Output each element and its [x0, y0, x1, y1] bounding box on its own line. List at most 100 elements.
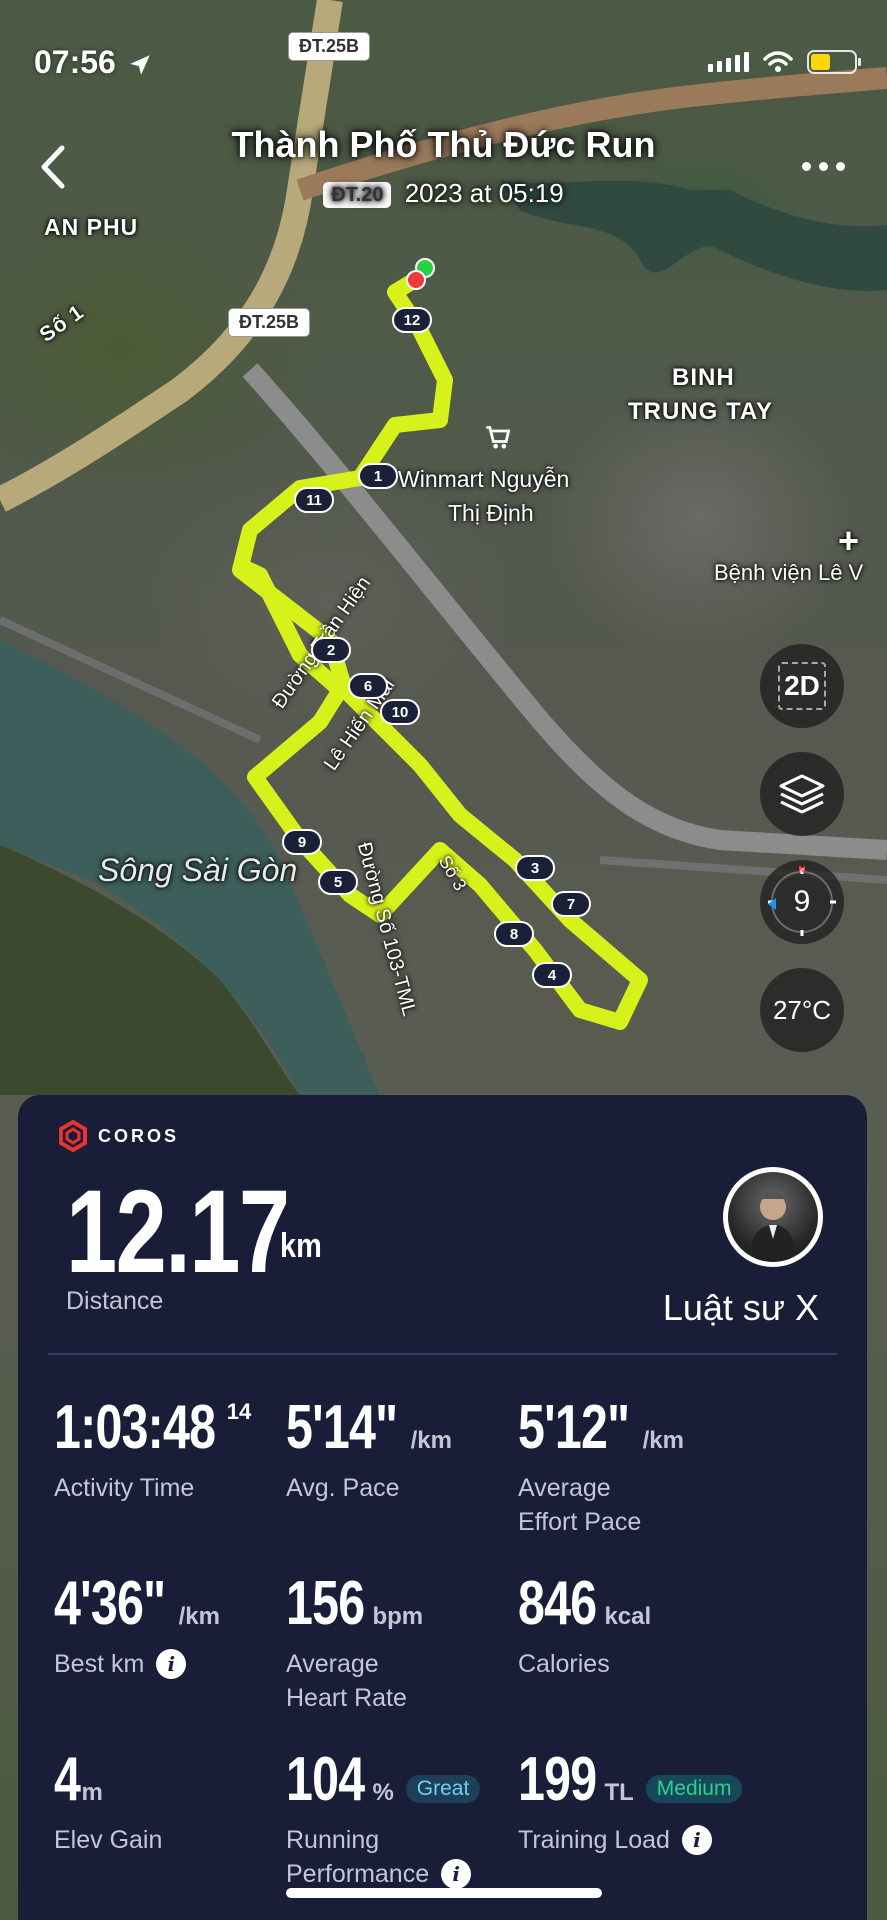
metric-label: Training Load i — [518, 1823, 858, 1857]
training-load-badge: Medium — [645, 1775, 743, 1803]
coros-brand: COROS — [56, 1119, 179, 1153]
metric-value: 5'14" — [286, 1393, 398, 1462]
km-marker-7[interactable]: 7 — [551, 891, 591, 917]
metric-training-load: 199 TL Medium Training Load i — [518, 1747, 858, 1857]
km-marker-10[interactable]: 10 — [380, 699, 420, 725]
metric-avg-pace: 5'14" /km Avg. Pace — [286, 1395, 536, 1505]
view-mode-label: 2D — [784, 670, 820, 701]
metric-unit: /km — [410, 1427, 452, 1454]
metric-value: 4'36" — [54, 1569, 166, 1638]
location-arrow-icon — [129, 54, 150, 75]
metric-value: 846 — [518, 1569, 597, 1638]
km-marker-11[interactable]: 11 — [294, 487, 334, 513]
metric-label: Running Performance i — [286, 1823, 526, 1891]
metric-unit: kcal — [604, 1603, 652, 1630]
activity-subtitle: ĐT.20 2023 at 05:19 — [0, 178, 887, 209]
map-label-river: Sông Sài Gòn — [98, 852, 298, 888]
map-label-hospital[interactable]: Bệnh viện Lê V — [714, 560, 863, 586]
wifi-icon — [763, 51, 793, 72]
metric-label: Average Heart Rate — [286, 1647, 536, 1715]
compass-value: 9 — [793, 885, 811, 918]
metric-label: Elev Gain — [54, 1826, 163, 1854]
km-marker-2[interactable]: 2 — [311, 637, 351, 663]
coros-logo-icon — [59, 1119, 87, 1153]
metric-activity-time: 1:03:48 14 Activity Time — [54, 1395, 304, 1505]
distance-unit: km — [280, 1227, 322, 1265]
metric-label-text: Training Load — [518, 1826, 670, 1854]
km-marker-5[interactable]: 5 — [318, 869, 358, 895]
activity-date: 2023 at 05:19 — [404, 178, 564, 208]
metric-unit: TL — [604, 1779, 634, 1806]
metric-value: 199 — [518, 1745, 597, 1814]
map-label-winmart[interactable]: Winmart Nguyễn — [398, 466, 569, 493]
status-time-text: 07:56 — [34, 44, 116, 80]
metric-heart-rate: 156 bpm Average Heart Rate — [286, 1571, 536, 1715]
avatar[interactable] — [723, 1167, 823, 1267]
battery-icon — [807, 50, 861, 74]
km-marker-9[interactable]: 9 — [282, 829, 322, 855]
map-label-an-phu: AN PHU — [44, 214, 139, 240]
metric-label-line: Average — [518, 1474, 611, 1502]
metric-best-km: 4'36" /km Best km i — [54, 1571, 304, 1681]
road-badge-dt25b: ĐT.25B — [228, 308, 311, 337]
map-layers-button[interactable] — [760, 752, 844, 836]
km-marker-1[interactable]: 1 — [358, 463, 398, 489]
status-time: 07:56 — [34, 44, 153, 81]
activity-title: Thành Phố Thủ Đức Run — [231, 124, 656, 165]
activity-stats-card: COROS 12.17 km Distance Luật sư X 1:03:4… — [18, 1095, 867, 1920]
info-icon[interactable]: i — [681, 1825, 712, 1855]
map-label-trung-tay: TRUNG TAY — [628, 398, 774, 425]
hospital-icon: + — [838, 520, 861, 561]
user-avatar-image — [751, 1191, 795, 1257]
km-marker-3[interactable]: 3 — [515, 855, 555, 881]
svg-text:N: N — [798, 865, 805, 876]
compass-button[interactable]: N 9 — [760, 860, 844, 944]
map-label-binh: BINH — [672, 364, 735, 391]
metric-label-line: Heart Rate — [286, 1684, 407, 1712]
metric-label: Average Effort Pace — [518, 1471, 768, 1539]
metric-label: Avg. Pace — [286, 1474, 400, 1502]
metric-label: Best km i — [54, 1647, 304, 1681]
metric-calories: 846 kcal Calories — [518, 1571, 768, 1681]
distance-value: 12.17 — [66, 1166, 290, 1298]
road-badge-dt20: ĐT.20 — [323, 181, 392, 208]
metric-label-text: Performance — [286, 1860, 430, 1888]
metric-value: 5'12" — [518, 1393, 630, 1462]
info-icon[interactable]: i — [156, 1649, 187, 1679]
status-icons — [708, 50, 861, 74]
km-marker-12[interactable]: 12 — [392, 307, 432, 333]
metric-running-performance: 104 % Great Running Performance i — [286, 1747, 526, 1891]
metric-label-line: Average — [286, 1650, 379, 1678]
weather-button[interactable]: 27°C — [760, 968, 844, 1052]
metric-value: 156 — [286, 1569, 365, 1638]
view-mode-2d-button[interactable]: 2D — [760, 644, 844, 728]
home-indicator[interactable] — [286, 1888, 602, 1898]
km-marker-6[interactable]: 6 — [348, 673, 388, 699]
distance-label: Distance — [66, 1287, 164, 1315]
brand-name: COROS — [98, 1125, 180, 1146]
performance-badge: Great — [405, 1775, 481, 1803]
metric-label-line: Performance i — [286, 1857, 526, 1891]
metric-unit: m — [81, 1779, 103, 1806]
metric-label: Calories — [518, 1650, 610, 1678]
km-marker-4[interactable]: 4 — [532, 962, 572, 988]
metric-label: Activity Time — [54, 1474, 195, 1502]
metric-value: 1:03:48 — [54, 1393, 216, 1462]
metric-unit: bpm — [372, 1603, 424, 1630]
metric-unit: % — [372, 1779, 394, 1806]
metric-label-text: Best km — [54, 1650, 145, 1678]
metric-effort-pace: 5'12" /km Average Effort Pace — [518, 1395, 768, 1539]
info-icon[interactable]: i — [441, 1859, 472, 1889]
metric-value: 4 — [54, 1745, 81, 1814]
metric-sup: 14 — [226, 1399, 252, 1424]
shop-icon — [484, 424, 512, 459]
metric-elev-gain: 4 m Elev Gain — [54, 1747, 304, 1857]
map-label-winmart-2: Thị Định — [448, 500, 534, 526]
cellular-signal-icon — [708, 52, 749, 72]
temperature-value: 27°C — [772, 994, 832, 1025]
metric-unit: /km — [642, 1427, 684, 1454]
layers-icon — [779, 774, 825, 814]
metric-label-line: Running — [286, 1826, 380, 1854]
km-marker-8[interactable]: 8 — [494, 921, 534, 947]
more-options-button[interactable] — [802, 162, 845, 171]
